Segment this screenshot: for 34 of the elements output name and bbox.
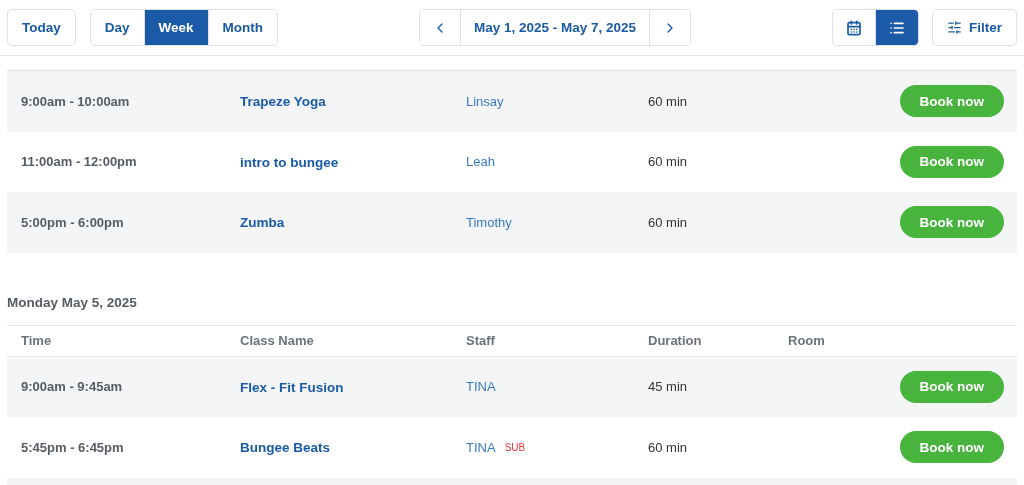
staff-link[interactable]: Leah — [466, 154, 495, 170]
column-header: Time — [21, 333, 53, 348]
filter-button[interactable]: Filter — [932, 9, 1017, 46]
staff-link[interactable]: Linsay — [466, 93, 504, 109]
staff-link[interactable]: TINA — [466, 439, 496, 455]
column-header: Staff — [466, 333, 496, 348]
duration-cell-text: 60 min — [648, 154, 689, 170]
time-cell-text: 9:00am - 9:45am — [21, 379, 124, 395]
time-cell-text: 11:00am - 12:00pm — [21, 154, 138, 170]
time-cell-text: 5:45pm - 6:45pm — [21, 439, 125, 455]
class-link[interactable]: Flex - Fit Fusion — [240, 379, 344, 395]
column-header: Room — [788, 333, 826, 348]
duration-cell-text: 60 min — [648, 439, 689, 455]
column-header: Class Name — [240, 333, 315, 348]
duration-cell-text: 60 min — [648, 93, 689, 109]
time-cell-text: 9:00am - 10:00am — [21, 93, 131, 109]
class-link[interactable]: Bungee Beats — [240, 440, 331, 456]
calendar-icon — [846, 19, 862, 36]
time-cell-text: 5:00pm - 6:00pm — [21, 214, 125, 230]
sliders-icon — [947, 20, 962, 35]
view-tab[interactable]: Month — [207, 10, 278, 45]
class-link[interactable]: Zumba — [240, 215, 285, 231]
staff-link[interactable]: TINA — [466, 379, 496, 395]
class-link[interactable]: intro to bungee — [240, 154, 339, 170]
sub-label: SUB — [504, 441, 526, 453]
today-button[interactable]: Today — [7, 9, 76, 46]
staff-link[interactable]: Timothy — [466, 214, 512, 230]
list-view-button[interactable] — [875, 10, 918, 45]
duration-cell-text: 45 min — [648, 379, 689, 395]
class-link[interactable]: Trapeze Yoga — [240, 94, 326, 110]
view-tab[interactable]: Week — [143, 10, 208, 45]
column-header: Duration — [648, 333, 703, 348]
duration-cell-text: 60 min — [648, 214, 689, 230]
day-heading: Monday May 5, 2025 — [6, 293, 138, 312]
